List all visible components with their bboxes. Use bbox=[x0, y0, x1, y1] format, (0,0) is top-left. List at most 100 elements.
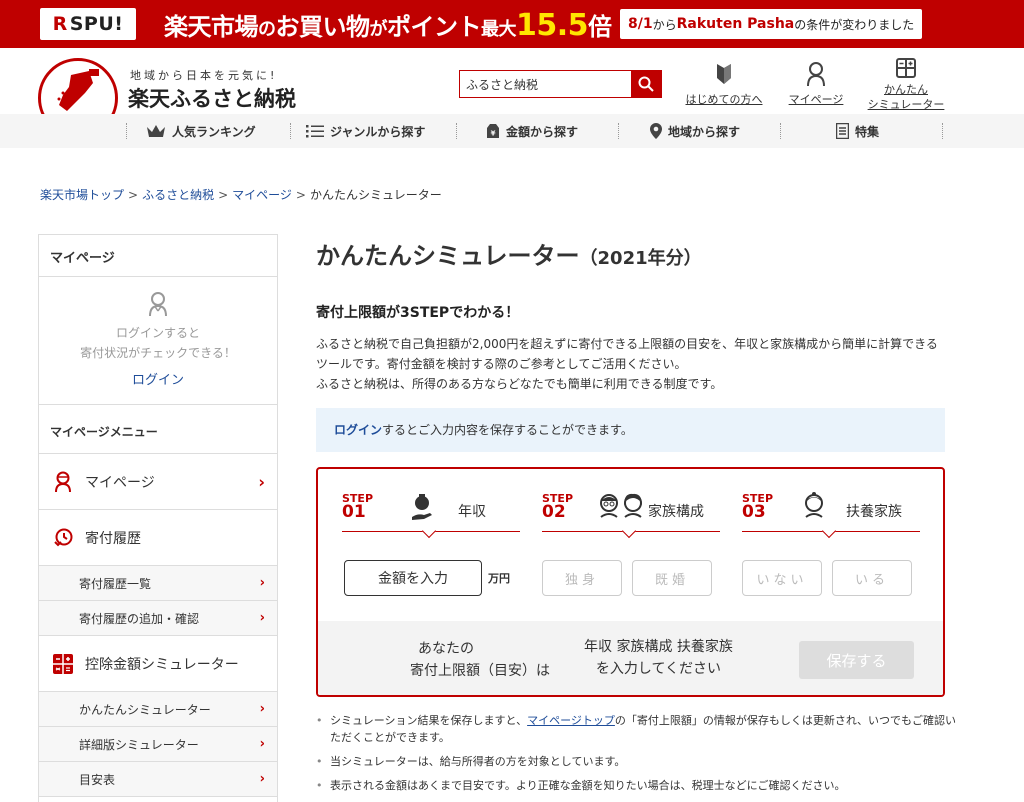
search-box bbox=[459, 70, 662, 98]
nav-region[interactable]: 地域から探す bbox=[650, 114, 740, 148]
map-pin-icon bbox=[650, 123, 662, 139]
nav-feature-label: 特集 bbox=[855, 124, 880, 139]
category-navbar: 人気ランキング ジャンルから探す ¥ 金額から探す 地域から探す 特集 bbox=[0, 114, 1024, 148]
note-1-prefix: シミュレーション結果を保存しますと、 bbox=[330, 714, 528, 727]
login-info-box: ログインするとご入力内容を保存することができます。 bbox=[316, 408, 945, 452]
notice-date: 8/1 bbox=[628, 16, 653, 32]
sidebar-item-detail-simulator[interactable]: 詳細版シミュレーター › bbox=[39, 727, 277, 762]
notice-service: Rakuten Pasha bbox=[676, 16, 795, 32]
banner-max: 最大 bbox=[481, 19, 517, 40]
nav-beginners[interactable]: はじめての方へ bbox=[684, 58, 764, 107]
nav-feature[interactable]: 特集 bbox=[836, 114, 879, 148]
notice-rest: の条件が変わりました bbox=[794, 17, 915, 32]
breadcrumb-mypage[interactable]: マイページ bbox=[232, 188, 292, 202]
search-icon bbox=[638, 76, 654, 92]
sidebar-item-guide-table-label: 目安表 bbox=[79, 772, 116, 787]
description: ふるさと納税で自己負担額が2,000円を超えずに寄付できる上限額の目安を、年収と… bbox=[316, 334, 946, 394]
sidebar: マイページ ログインすると 寄付状況がチェックできる！ ログイン マイページメニ… bbox=[38, 234, 278, 802]
amount-input-button[interactable]: 金額を入力 bbox=[344, 560, 482, 596]
nav-ranking[interactable]: 人気ランキング bbox=[146, 114, 256, 148]
banner-point: ポイント bbox=[387, 13, 482, 41]
price-tag-icon: ¥ bbox=[487, 124, 499, 138]
has-dependents-button[interactable]: いる bbox=[832, 560, 912, 596]
no-dependents-button[interactable]: いない bbox=[742, 560, 822, 596]
result-hint: 年収 家族構成 扶養家族 を入力してください bbox=[584, 636, 733, 680]
spu-text: SPU bbox=[69, 13, 115, 35]
step-family-label: 家族構成 bbox=[648, 504, 704, 520]
login-message-1: ログインすると bbox=[115, 326, 200, 340]
money-bag-icon bbox=[412, 494, 432, 520]
breadcrumb-current: かんたんシミュレーター bbox=[309, 188, 442, 202]
result-hint-2: を入力してください bbox=[595, 661, 722, 677]
chevron-right-icon: › bbox=[259, 736, 265, 752]
result-label-2: 寄付上限額（目安）は bbox=[410, 663, 550, 679]
note-3-text: 表示される金額はあくまで目安です。より正確な金額を知りたい場合は、税理士などにご… bbox=[330, 779, 846, 792]
banner-shopping: お買い物 bbox=[275, 13, 371, 41]
banner-ga: が bbox=[369, 19, 388, 40]
breadcrumb-rakuten-top[interactable]: 楽天市場トップ bbox=[40, 188, 124, 202]
note-item: 当シミュレーターは、給与所得者の方を対象としています。 bbox=[316, 753, 956, 770]
breadcrumb-separator: > bbox=[218, 188, 229, 202]
sidebar-item-history-add[interactable]: 寄付履歴の追加・確認 › bbox=[39, 601, 277, 636]
step-income-label: 年収 bbox=[458, 504, 486, 520]
nav-simulator[interactable]: かんたん シミュレーター bbox=[864, 58, 948, 112]
banner-multiplier: 15.5 bbox=[516, 8, 589, 43]
sidebar-item-simple-simulator[interactable]: かんたんシミュレーター › bbox=[39, 692, 277, 727]
save-button[interactable]: 保存する bbox=[799, 641, 914, 679]
amount-unit: 万円 bbox=[488, 572, 510, 585]
calculator-icon bbox=[896, 58, 916, 78]
banner-market: 楽天市場 bbox=[164, 13, 259, 41]
sidebar-item-history-list[interactable]: 寄付履歴一覧 › bbox=[39, 566, 277, 601]
promo-banner[interactable]: R SPU! 楽天市場のお買い物がポイント最大15.5倍 8/1 から Rakuten… bbox=[0, 0, 1024, 48]
sidebar-title: マイページ bbox=[39, 235, 277, 277]
sidebar-login-panel: ログインすると 寄付状況がチェックできる！ ログイン bbox=[39, 277, 277, 405]
banner-bai: 倍 bbox=[588, 13, 612, 41]
married-option-button[interactable]: 既婚 bbox=[632, 560, 712, 596]
step-family: STEP 02 家族構成 bbox=[542, 491, 720, 541]
info-login-text: するとご入力内容を保存することができます。 bbox=[382, 423, 633, 437]
result-label-1: あなたの bbox=[418, 641, 474, 657]
step-badge: STEP 01 bbox=[342, 492, 374, 522]
sidebar-item-mypage[interactable]: マイページ › bbox=[39, 454, 277, 510]
crown-icon bbox=[147, 125, 165, 137]
nav-genre[interactable]: ジャンルから探す bbox=[306, 114, 425, 148]
page-title-text: かんたんシミュレーター bbox=[316, 242, 580, 270]
nav-mypage[interactable]: マイページ bbox=[786, 58, 846, 107]
spu-logo: R SPU! bbox=[40, 8, 136, 40]
result-area: あなたの 寄付上限額（目安）は 年収 家族構成 扶養家族 を入力してください 保… bbox=[318, 621, 943, 695]
nav-price[interactable]: ¥ 金額から探す bbox=[486, 114, 578, 148]
child-icon bbox=[805, 492, 823, 518]
single-option-button[interactable]: 独身 bbox=[542, 560, 622, 596]
sidebar-item-history-list-label: 寄付履歴一覧 bbox=[79, 576, 152, 591]
couple-icon bbox=[600, 493, 642, 518]
breadcrumb-furusato[interactable]: ふるさと納税 bbox=[142, 188, 214, 202]
sidebar-item-detail-simulator-label: 詳細版シミュレーター bbox=[79, 737, 199, 752]
mypage-top-link[interactable]: マイページトップ bbox=[527, 714, 615, 727]
sidebar-item-guide-table[interactable]: 目安表 › bbox=[39, 762, 277, 797]
info-login-link[interactable]: ログイン bbox=[334, 423, 382, 437]
sidebar-item-deduction[interactable]: 控除金額シミュレーター bbox=[39, 636, 277, 692]
search-button[interactable] bbox=[631, 71, 661, 97]
breadcrumb-separator: > bbox=[128, 188, 139, 202]
svg-text:¥: ¥ bbox=[491, 130, 496, 138]
notes-list: シミュレーション結果を保存しますと、マイページトップの「寄付上限額」の情報が保存… bbox=[316, 712, 956, 801]
search-input[interactable] bbox=[460, 71, 631, 97]
banner-notice[interactable]: 8/1 から Rakuten Pasha の条件が変わりました bbox=[620, 9, 923, 39]
sidebar-login-link[interactable]: ログイン bbox=[39, 369, 277, 388]
step-dependents-label: 扶養家族 bbox=[846, 504, 902, 520]
document-icon bbox=[836, 123, 849, 139]
step-badge: STEP 02 bbox=[542, 492, 574, 522]
chevron-right-icon: › bbox=[259, 771, 265, 787]
page-title: かんたんシミュレーター（2021年分） bbox=[316, 236, 702, 271]
login-message-2: 寄付状況がチェックできる！ bbox=[80, 346, 236, 360]
step-income: STEP 01 年収 bbox=[342, 491, 520, 541]
nav-simulator-label-2: シミュレーター bbox=[867, 98, 945, 111]
sidebar-item-history[interactable]: 寄付履歴 bbox=[39, 510, 277, 566]
nav-divider bbox=[942, 123, 943, 139]
nav-mypage-label: マイページ bbox=[788, 93, 844, 106]
nav-divider bbox=[290, 123, 291, 139]
note-item: シミュレーション結果を保存しますと、マイページトップの「寄付上限額」の情報が保存… bbox=[316, 712, 956, 746]
site-name[interactable]: 楽天ふるさと納税 bbox=[128, 83, 296, 113]
breadcrumb-separator: > bbox=[295, 188, 306, 202]
chevron-right-icon: › bbox=[259, 610, 265, 626]
